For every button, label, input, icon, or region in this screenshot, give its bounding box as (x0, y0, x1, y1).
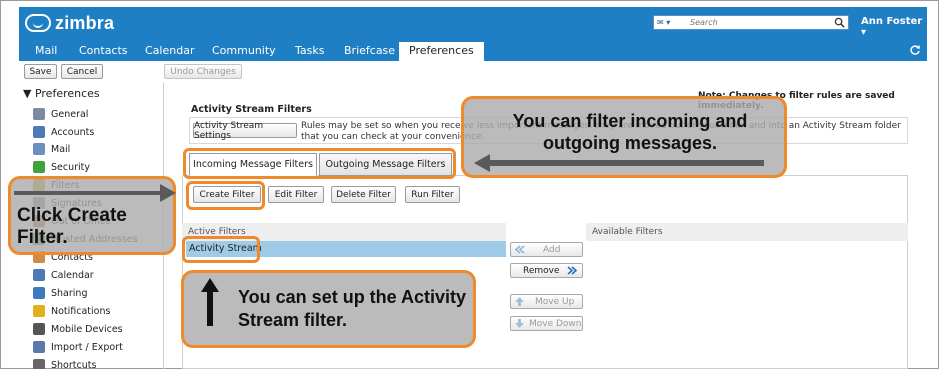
run-filter-button[interactable]: Run Filter (405, 186, 460, 203)
preferences-heading[interactable]: ▼ Preferences (23, 87, 100, 100)
remove-filter-button[interactable]: Remove (510, 263, 583, 278)
search-input[interactable] (688, 16, 828, 29)
mobile-devices-icon (33, 323, 45, 335)
refresh-icon[interactable] (909, 44, 921, 56)
sidebar-item-label: Sharing (51, 287, 88, 299)
callout-arrow-left-icon (474, 154, 764, 172)
sidebar-item-label: Mail (51, 143, 71, 155)
sidebar-item-label: Security (51, 161, 91, 173)
move-up-button[interactable]: Move Up (510, 294, 583, 309)
sidebar-item-label: Calendar (51, 269, 94, 281)
move-down-label: Move Down (529, 318, 582, 329)
create-filter-highlight (186, 181, 265, 210)
cancel-button[interactable]: Cancel (61, 64, 103, 79)
user-menu[interactable]: Ann Foster ▾ (861, 16, 927, 38)
mail-icon (33, 143, 45, 155)
activity-stream-callout-text: You can set up the Activity Stream filte… (238, 287, 467, 330)
add-label: Add (543, 244, 561, 255)
accounts-icon (33, 126, 45, 138)
callout-arrow-up-icon (201, 278, 219, 326)
section-title: Activity Stream Filters (191, 104, 312, 115)
sidebar-item-shortcuts[interactable]: Shortcuts (33, 357, 96, 369)
app-header: zimbra ✉ ▾ Ann Foster ▾ Mail Contacts Ca… (19, 7, 927, 61)
activity-stream-highlight (182, 236, 260, 263)
sidebar-item-label: Mobile Devices (51, 323, 123, 335)
tab-community[interactable]: Community (212, 44, 276, 57)
sidebar-item-mail[interactable]: Mail (33, 141, 70, 157)
sharing-icon (33, 287, 45, 299)
move-down-button[interactable]: Move Down (510, 316, 583, 331)
search-type-selector[interactable]: ✉ ▾ (657, 18, 670, 27)
arrow-up-icon (515, 297, 524, 306)
activity-stream-settings-button[interactable]: Activity Stream Settings (193, 121, 297, 141)
import-export-icon (33, 341, 45, 353)
sidebar-item-sharing[interactable]: Sharing (33, 285, 87, 301)
tab-contacts[interactable]: Contacts (79, 44, 128, 57)
arrow-left-icon (514, 245, 525, 254)
zimbra-logo-icon (25, 14, 51, 32)
save-button[interactable]: Save (24, 64, 57, 79)
sidebar-item-label: Import / Export (51, 341, 123, 353)
filter-tabs-highlight (183, 148, 456, 179)
sidebar-item-general[interactable]: General (33, 106, 88, 122)
sidebar-item-mobile-devices[interactable]: Mobile Devices (33, 321, 123, 337)
sidebar-item-label: Accounts (51, 126, 95, 138)
logo-text: zimbra (55, 12, 115, 33)
zimbra-logo[interactable]: zimbra (25, 12, 114, 34)
callout-arrow-shaft (14, 191, 164, 195)
app-tabs: Mail Contacts Calendar Community Tasks B… (19, 42, 927, 61)
sidebar-item-import-export[interactable]: Import / Export (33, 339, 123, 355)
arrow-down-icon (515, 319, 524, 328)
add-filter-button[interactable]: Add (510, 242, 583, 257)
tab-preferences[interactable]: Preferences (399, 42, 484, 61)
sidebar-item-calendar[interactable]: Calendar (33, 267, 94, 283)
sidebar-item-label: Notifications (51, 305, 111, 317)
callout-arrow-right-icon (160, 184, 176, 202)
sidebar-item-label: General (51, 108, 89, 120)
incoming-outgoing-callout-text: You can filter incoming and outgoing mes… (512, 111, 748, 153)
sidebar-item-notifications[interactable]: Notifications (33, 303, 110, 319)
arrow-right-icon (567, 266, 578, 275)
undo-changes-button[interactable]: Undo Changes (164, 64, 242, 79)
delete-filter-button[interactable]: Delete Filter (331, 186, 396, 203)
remove-label: Remove (523, 265, 560, 276)
sidebar-item-label: Shortcuts (51, 359, 97, 369)
notifications-icon (33, 305, 45, 317)
security-icon (33, 161, 45, 173)
tab-briefcase[interactable]: Briefcase (344, 44, 395, 57)
available-filters-header[interactable]: Available Filters (586, 223, 908, 241)
tab-calendar[interactable]: Calendar (145, 44, 194, 57)
search-bar: ✉ ▾ (653, 15, 849, 30)
search-icon[interactable] (834, 17, 845, 28)
tab-tasks[interactable]: Tasks (295, 44, 324, 57)
create-filter-callout: Click Create Filter. (8, 176, 176, 255)
edit-filter-button[interactable]: Edit Filter (268, 186, 324, 203)
sidebar-item-accounts[interactable]: Accounts (33, 124, 94, 140)
calendar-icon (33, 269, 45, 281)
move-up-label: Move Up (535, 296, 575, 307)
tab-mail[interactable]: Mail (35, 44, 57, 57)
activity-stream-callout: You can set up the Activity Stream filte… (181, 270, 476, 348)
sidebar-item-security[interactable]: Security (33, 159, 90, 175)
gear-icon (33, 108, 45, 120)
shortcuts-icon (33, 359, 45, 369)
create-filter-callout-text: Click Create Filter. (17, 205, 127, 248)
